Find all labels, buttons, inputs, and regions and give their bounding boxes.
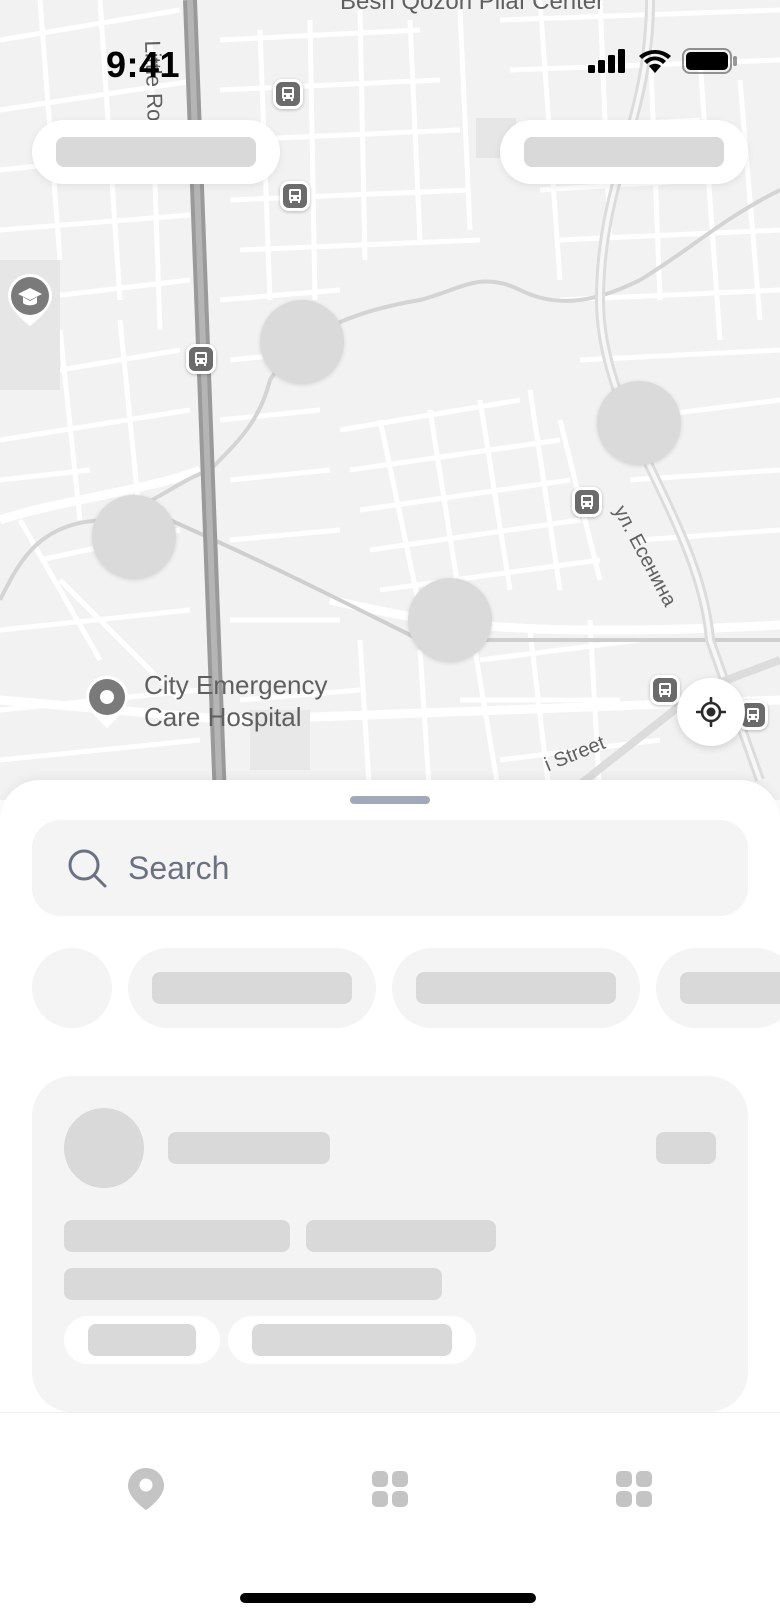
skeleton-title	[168, 1132, 330, 1164]
hospital-label-line2: Care Hospital	[144, 702, 302, 732]
map-marker-placeholder[interactable]	[92, 495, 176, 579]
map-marker-placeholder[interactable]	[260, 300, 344, 384]
grid-icon	[616, 1471, 652, 1507]
battery-icon	[682, 48, 737, 74]
tab-grid-2[interactable]	[610, 1465, 658, 1513]
search-icon	[68, 849, 107, 888]
tab-map[interactable]	[122, 1465, 170, 1513]
hospital-pin-icon[interactable]	[84, 674, 130, 735]
skeleton-line	[64, 1268, 442, 1300]
top-right-pill[interactable]	[500, 120, 748, 184]
skeleton-line	[64, 1220, 290, 1252]
school-pin-icon[interactable]	[6, 272, 54, 333]
skeleton-bar	[524, 137, 724, 167]
card-tag	[64, 1316, 220, 1364]
grid-icon	[372, 1471, 408, 1507]
skeleton-bar	[88, 1324, 196, 1356]
card-tag	[228, 1316, 476, 1364]
skeleton-line	[306, 1220, 496, 1252]
map-view[interactable]: Besh Qozon Pilaf Center Little Road ул. …	[0, 0, 780, 800]
sheet-grabber[interactable]	[350, 796, 430, 804]
avatar	[64, 1108, 144, 1188]
bus-stop-icon[interactable]	[572, 487, 602, 517]
home-indicator	[240, 1593, 536, 1603]
hospital-label-line1: City Emergency	[144, 670, 328, 700]
tab-bar	[0, 1412, 780, 1624]
filter-chip[interactable]	[392, 948, 640, 1028]
skeleton-bar	[252, 1324, 452, 1356]
place-card[interactable]	[32, 1076, 748, 1412]
signal-icon	[588, 49, 625, 73]
bus-stop-icon[interactable]	[280, 181, 310, 211]
status-bar: 9:41	[0, 0, 780, 110]
skeleton-bar	[56, 137, 256, 167]
locate-me-button[interactable]	[677, 678, 745, 746]
filter-chip-icon[interactable]	[32, 948, 112, 1028]
skeleton-badge	[656, 1132, 716, 1164]
map-marker-placeholder[interactable]	[597, 381, 681, 465]
map-pin-icon	[128, 1468, 164, 1510]
map-marker-placeholder[interactable]	[408, 578, 492, 662]
skeleton-bar	[680, 972, 780, 1004]
status-time: 9:41	[106, 44, 181, 85]
top-left-pill[interactable]	[32, 120, 280, 184]
tab-grid-1[interactable]	[366, 1465, 414, 1513]
skeleton-bar	[152, 972, 352, 1004]
filter-chip[interactable]	[656, 948, 780, 1028]
skeleton-bar	[416, 972, 616, 1004]
bus-stop-icon[interactable]	[186, 344, 216, 374]
search-placeholder: Search	[128, 849, 230, 886]
crosshair-icon	[696, 697, 726, 727]
filter-chip[interactable]	[128, 948, 376, 1028]
bus-stop-icon[interactable]	[650, 675, 680, 705]
wifi-icon	[639, 50, 671, 73]
status-icons	[588, 48, 738, 74]
search-input[interactable]: Search	[32, 820, 748, 916]
